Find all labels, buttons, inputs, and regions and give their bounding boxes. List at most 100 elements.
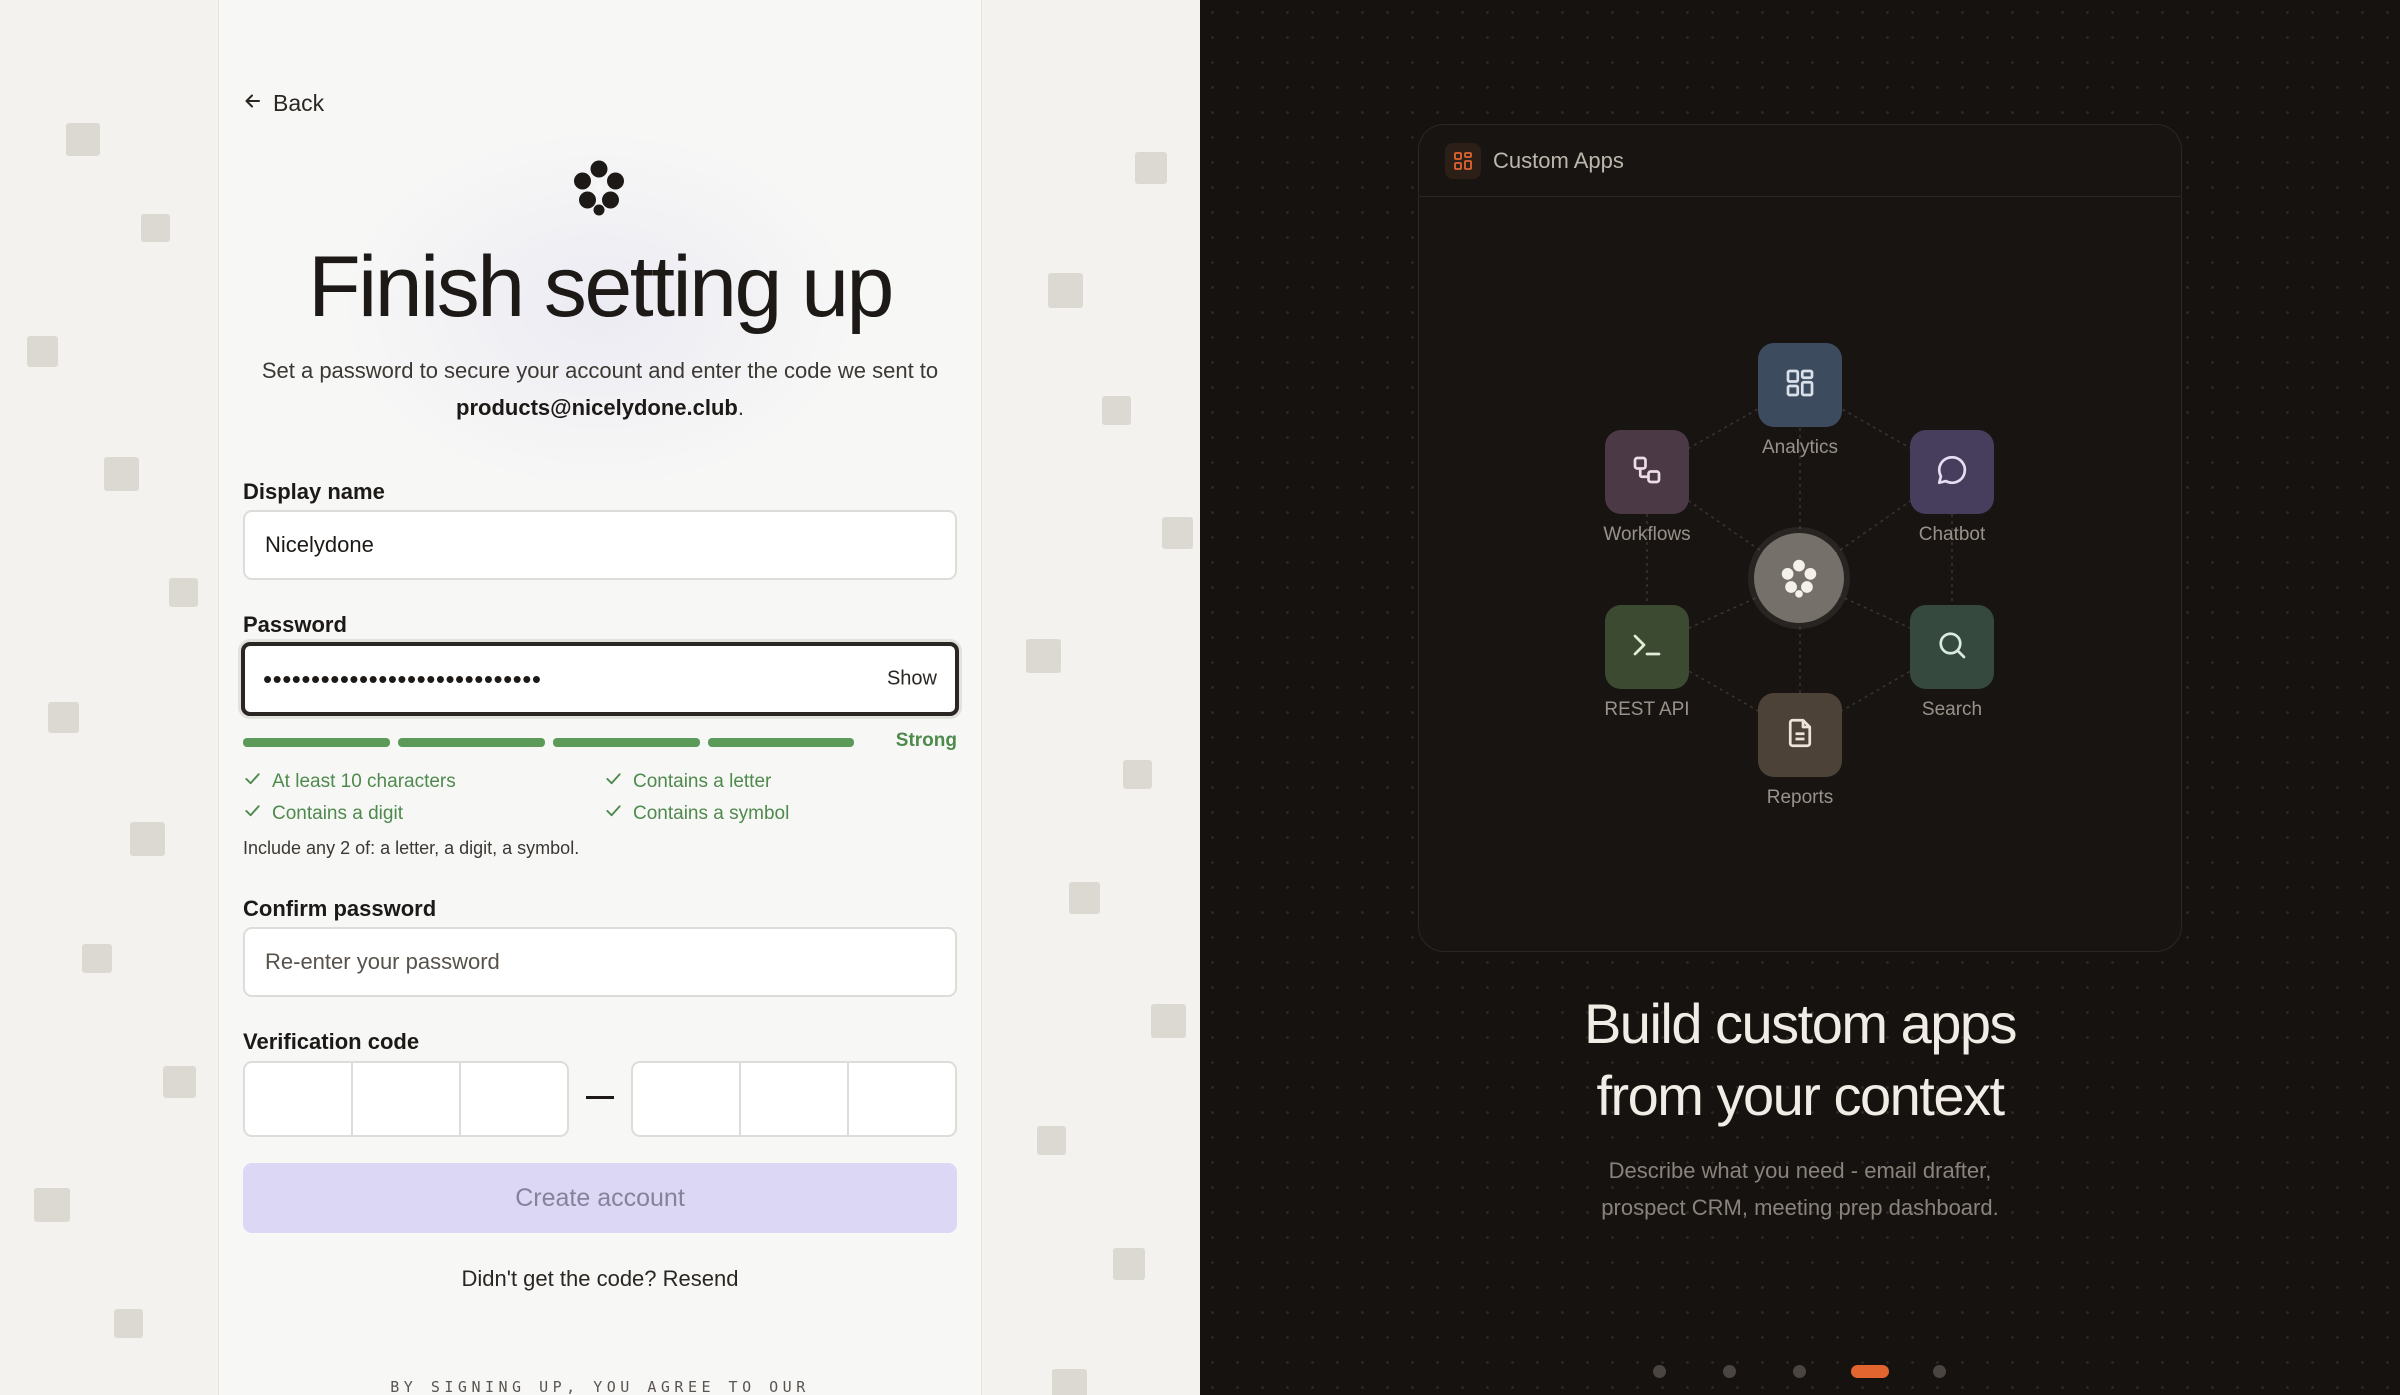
decor-square <box>169 578 198 607</box>
requirement-item: Contains a digit <box>243 801 403 826</box>
confirm-password-placeholder: Re-enter your password <box>265 949 500 974</box>
confirm-password-field[interactable]: Re-enter your password <box>243 927 957 997</box>
decor-square <box>1048 273 1083 308</box>
check-icon <box>243 801 262 826</box>
requirement-text: Contains a digit <box>272 802 403 824</box>
decor-square <box>1123 760 1152 789</box>
rest-api-label: REST API <box>1604 699 1690 720</box>
decor-square <box>1052 1369 1087 1395</box>
panel-header: Custom Apps <box>1419 125 2181 197</box>
decor-square <box>104 457 139 491</box>
decor-square <box>163 1066 196 1098</box>
search-node[interactable] <box>1910 605 1994 689</box>
password-mask: ••••••••••••••••••••••••••••• <box>263 663 542 694</box>
workflows-label: Workflows <box>1603 524 1691 545</box>
subtitle-text: Set a password to secure your account an… <box>261 358 939 383</box>
chatbot-label: Chatbot <box>1918 524 1986 545</box>
show-password-button[interactable]: Show <box>887 668 937 691</box>
decor-square <box>1037 1126 1066 1155</box>
strength-bar-segment <box>398 738 545 747</box>
code-digit-input[interactable] <box>461 1063 567 1135</box>
decor-square <box>1026 639 1061 673</box>
email-address: products@nicelydone.club <box>456 395 738 420</box>
requirement-item: At least 10 characters <box>243 769 456 794</box>
back-label: Back <box>273 90 325 116</box>
requirement-item: Contains a symbol <box>604 801 789 826</box>
code-digit-input[interactable] <box>353 1063 461 1135</box>
display-name-label: Display name <box>243 479 385 504</box>
code-digit-input[interactable] <box>849 1063 955 1135</box>
analytics-node[interactable] <box>1758 343 1842 427</box>
terms-text: BY SIGNING UP, YOU AGREE TO OUR <box>390 1378 810 1395</box>
document-icon <box>1782 715 1818 756</box>
reports-label: Reports <box>1766 787 1834 808</box>
dashboard-icon <box>1782 365 1818 406</box>
decor-square <box>48 702 79 733</box>
decor-square <box>1102 396 1131 425</box>
carousel-dot[interactable] <box>1933 1365 1946 1378</box>
decor-square <box>1135 152 1167 184</box>
showcase-description: Describe what you need - email drafter, … <box>1200 1152 2400 1226</box>
decor-square <box>141 214 170 242</box>
decor-square <box>1113 1248 1145 1280</box>
panel-title: Custom Apps <box>1493 147 1624 173</box>
check-icon <box>243 769 262 794</box>
display-name-field[interactable]: Nicelydone <box>243 510 957 580</box>
decor-square <box>1151 1004 1186 1038</box>
subtitle-period: . <box>737 395 744 420</box>
workflow-icon <box>1629 452 1665 493</box>
code-digit-input[interactable] <box>633 1063 741 1135</box>
decor-square <box>114 1309 143 1338</box>
decor-square <box>1069 882 1100 914</box>
chatbot-node[interactable] <box>1910 430 1994 514</box>
carousel-dot[interactable] <box>1653 1365 1666 1378</box>
search-icon <box>1934 627 1970 668</box>
reports-node[interactable] <box>1758 693 1842 777</box>
requirement-text: At least 10 characters <box>272 770 456 792</box>
requirement-item: Contains a letter <box>604 769 771 794</box>
hub-logo-icon <box>1754 533 1844 623</box>
display-name-value: Nicelydone <box>265 532 374 557</box>
password-field[interactable]: ••••••••••••••••••••••••••••• Show <box>241 642 959 716</box>
signup-pane: Back Finish setting up Set a password to… <box>0 0 1200 1395</box>
chat-bubble-icon <box>1934 452 1970 493</box>
description-line-2: prospect CRM, meeting prep dashboard. <box>1601 1195 1999 1220</box>
decor-square <box>130 822 165 856</box>
verification-code-group-1 <box>243 1061 569 1137</box>
description-line-1: Describe what you need - email drafter, <box>1608 1158 1992 1183</box>
code-digit-input[interactable] <box>245 1063 353 1135</box>
code-separator <box>586 1096 614 1099</box>
rest-api-node[interactable] <box>1605 605 1689 689</box>
brand-logo-icon <box>570 158 628 216</box>
decor-square <box>82 944 112 973</box>
analytics-label: Analytics <box>1761 437 1839 458</box>
arrow-left-icon <box>243 90 263 117</box>
requirement-text: Contains a letter <box>633 770 772 792</box>
confirm-password-label: Confirm password <box>243 896 437 921</box>
decor-square <box>27 336 58 367</box>
workflows-node[interactable] <box>1605 430 1689 514</box>
back-link[interactable]: Back <box>243 90 324 117</box>
password-label: Password <box>243 612 347 637</box>
requirement-text: Contains a symbol <box>633 802 790 824</box>
resend-code-link[interactable]: Didn't get the code? Resend <box>218 1266 982 1292</box>
verification-code-group-2 <box>631 1061 957 1137</box>
page-subtitle: Set a password to secure your account an… <box>218 352 982 426</box>
decor-square <box>34 1188 70 1222</box>
strength-bar-segment <box>708 738 854 747</box>
search-label: Search <box>1921 699 1983 720</box>
terminal-icon <box>1629 627 1665 668</box>
strength-label: Strong <box>895 730 957 751</box>
check-icon <box>604 801 623 826</box>
create-account-button[interactable]: Create account <box>243 1163 957 1233</box>
strength-bar-segment <box>553 738 700 747</box>
verification-code-label: Verification code <box>243 1029 420 1054</box>
page-title: Finish setting up <box>308 239 894 335</box>
carousel-dot[interactable] <box>1793 1365 1806 1378</box>
strength-bar-segment <box>243 738 390 747</box>
carousel-dot-active[interactable] <box>1851 1365 1889 1378</box>
decor-square <box>1162 517 1193 549</box>
showcase-headline: Build custom apps from your context <box>1200 988 2400 1132</box>
code-digit-input[interactable] <box>741 1063 849 1135</box>
carousel-dot[interactable] <box>1723 1365 1736 1378</box>
